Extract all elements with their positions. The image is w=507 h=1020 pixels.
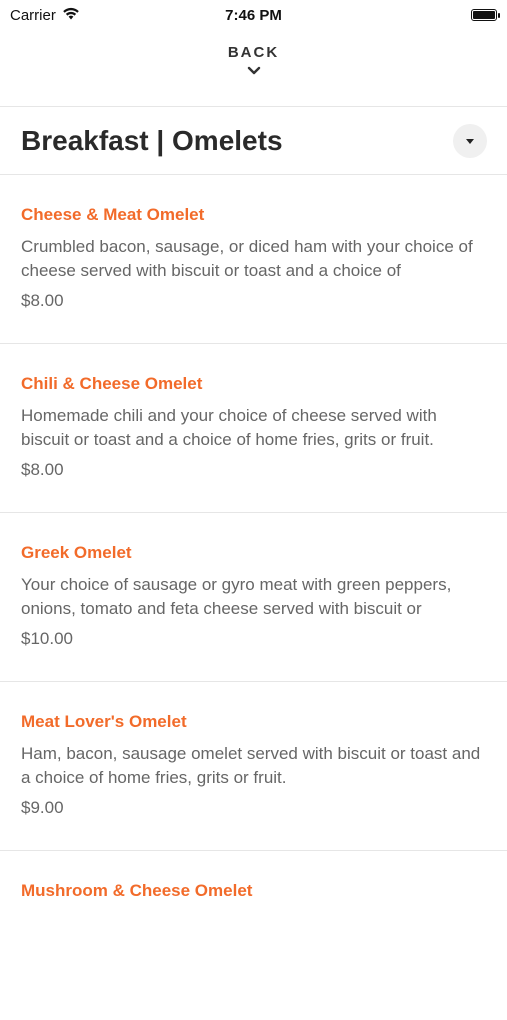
wifi-icon (62, 7, 80, 24)
menu-item-price: $8.00 (21, 291, 64, 310)
category-header: Breakfast | Omelets (0, 108, 507, 174)
carrier-label: Carrier (10, 6, 56, 24)
menu-item-name: Meat Lover's Omelet (21, 712, 187, 731)
menu-item[interactable]: Greek Omelet Your choice of sausage or g… (0, 513, 507, 682)
menu-item-name: Chili & Cheese Omelet (21, 374, 203, 393)
chevron-down-icon (247, 63, 261, 81)
menu-item-name: Greek Omelet (21, 543, 132, 562)
menu-item-price: $9.00 (21, 798, 64, 817)
menu-item-description: Crumbled bacon, sausage, or diced ham wi… (21, 237, 473, 280)
menu-item-description: Homemade chili and your choice of cheese… (21, 406, 437, 449)
menu-item-price: $10.00 (21, 629, 73, 648)
back-label: BACK (227, 44, 280, 61)
menu-item-description: Ham, bacon, sausage omelet served with b… (21, 744, 481, 787)
menu-list: Cheese & Meat Omelet Crumbled bacon, sau… (0, 175, 507, 1020)
caret-down-icon (465, 132, 475, 150)
battery-icon (471, 9, 500, 21)
menu-item-name: Cheese & Meat Omelet (21, 205, 205, 224)
category-title: Breakfast | Omelets (21, 125, 283, 156)
menu-item[interactable]: Meat Lover's Omelet Ham, bacon, sausage … (0, 682, 507, 851)
menu-item-name: Mushroom & Cheese Omelet (21, 881, 253, 900)
menu-item[interactable]: Chili & Cheese Omelet Homemade chili and… (0, 344, 507, 513)
divider (0, 106, 507, 107)
status-left: Carrier (10, 7, 80, 24)
back-button[interactable]: BACK (0, 44, 507, 96)
menu-item-description: Your choice of sausage or gyro meat with… (21, 575, 452, 618)
menu-item[interactable]: Cheese & Meat Omelet Crumbled bacon, sau… (0, 175, 507, 344)
menu-item-price: $8.00 (21, 460, 64, 479)
category-dropdown-button[interactable] (453, 124, 487, 158)
menu-item[interactable]: Mushroom & Cheese Omelet (0, 851, 507, 1020)
status-bar: Carrier 7:46 PM (0, 0, 507, 30)
